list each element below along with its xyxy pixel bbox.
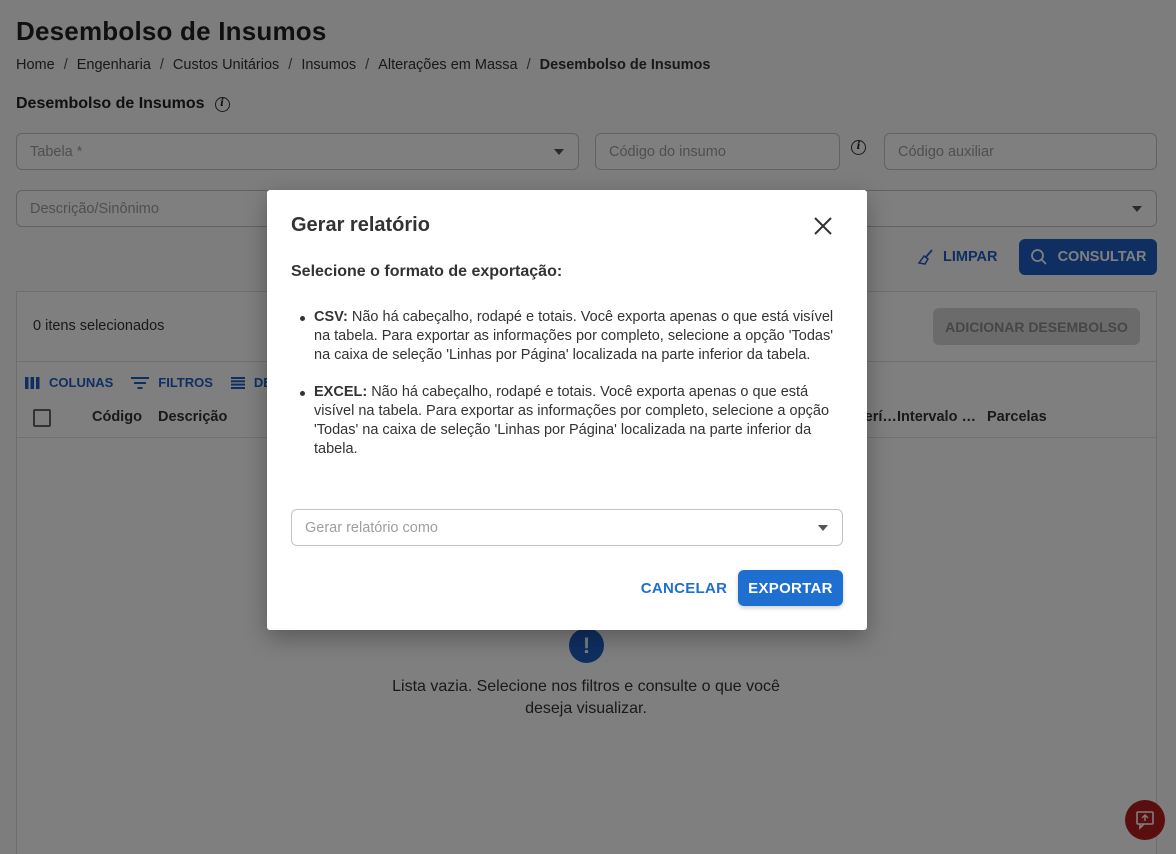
exportar-button[interactable]: EXPORTAR <box>738 570 843 606</box>
gerar-relatorio-dialog: Gerar relatório Selecione o formato de e… <box>267 190 867 630</box>
report-format-placeholder: Gerar relatório como <box>305 519 438 536</box>
dialog-title: Gerar relatório <box>291 214 430 236</box>
option-description: Não há cabeçalho, rodapé e totais. Você … <box>314 309 834 363</box>
option-name: EXCEL: <box>314 384 368 400</box>
close-icon[interactable] <box>811 214 835 238</box>
caret-down-icon <box>818 524 828 531</box>
export-option-csv: CSV: Não há cabeçalho, rodapé e totais. … <box>300 308 834 365</box>
export-format-list: CSV: Não há cabeçalho, rodapé e totais. … <box>300 308 834 477</box>
option-description: Não há cabeçalho, rodapé e totais. Você … <box>314 384 830 457</box>
export-option-excel: EXCEL: Não há cabeçalho, rodapé e totais… <box>300 383 834 459</box>
dialog-subtitle: Selecione o formato de exportação: <box>291 263 563 280</box>
option-name: CSV: <box>314 309 348 325</box>
report-format-select[interactable]: Gerar relatório como <box>291 509 843 546</box>
cancelar-button[interactable]: CANCELAR <box>637 570 731 606</box>
